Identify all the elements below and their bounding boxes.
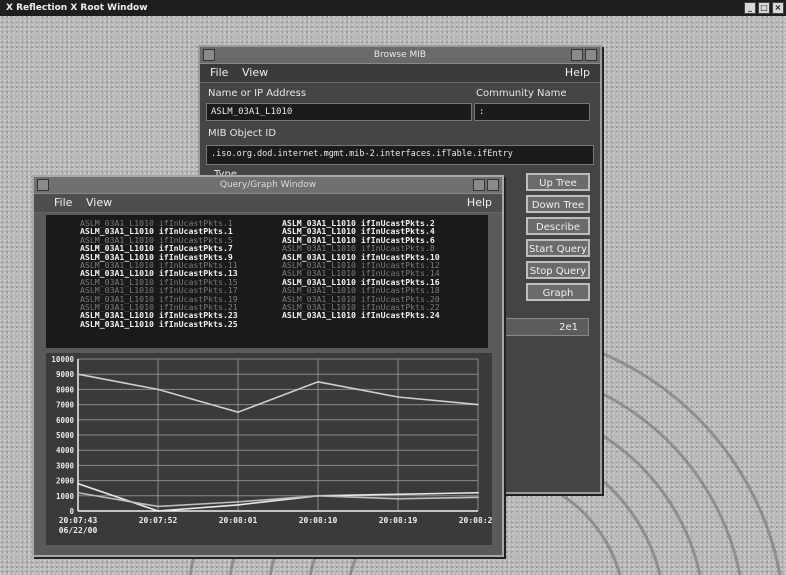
series-point [317,380,319,383]
maximize-button[interactable]: □ [758,2,770,14]
x-date-label: 06/22/00 [59,526,98,535]
community-label: Community Name [476,88,567,99]
series-point [477,491,479,494]
close-button[interactable]: × [772,2,784,14]
minimize-icon[interactable] [571,49,583,61]
x-tick-label: 20:07:43 [59,516,98,525]
menu-help[interactable]: Help [467,194,492,212]
query-graph-window: Query/Graph Window File View Help ASLM_0… [32,175,504,557]
x-tick-label: 20:08:19 [379,516,418,525]
maximize-icon[interactable] [487,179,499,191]
y-tick-label: 2000 [56,477,75,486]
browse-mib-titlebar[interactable]: Browse MIB [200,47,600,64]
describe-button[interactable]: Describe [526,217,590,235]
root-window-titlebar: X Reflection X Root Window _ □ × [0,0,786,16]
series-point [157,505,159,508]
series-point [397,497,399,500]
menu-file[interactable]: File [54,194,72,212]
series-line-2 [77,482,479,512]
y-tick-label: 9000 [56,370,75,379]
series-point [77,482,79,485]
series-point [237,504,239,506]
window-menu-icon[interactable] [203,49,215,61]
series-point [157,510,159,512]
y-tick-label: 10000 [51,355,74,364]
query-results-list[interactable]: ASLM_03A1_L1010 ifInUcastPkts.1 ASLM_03A1… [46,215,488,348]
minimize-button[interactable]: _ [744,2,756,14]
graph-button[interactable]: Graph [526,283,590,301]
x-tick-label: 20:07:52 [139,516,178,525]
down-tree-button[interactable]: Down Tree [526,195,590,213]
series-point [77,373,79,376]
window-menu-icon[interactable] [37,179,49,191]
series-point [237,500,239,503]
series-point [477,403,479,406]
y-tick-label: 1000 [56,492,75,501]
y-tick-label: 8000 [56,385,75,394]
y-tick-label: 7000 [56,401,75,410]
name-label: Name or IP Address [208,88,307,99]
results-column-right: ASLM_03A1_L1010 ifInUcastPkts.2 ASLM_03A1… [282,219,440,320]
results-column-left: ASLM_03A1_L1010 ifInUcastPkts.1 ASLM_03A1… [80,219,238,328]
series-point [397,493,399,496]
y-tick-label: 6000 [56,416,75,425]
list-item[interactable]: ASLM_03A1_L1010 ifInUcastPkts.24 [282,311,440,320]
menu-view[interactable]: View [86,194,112,212]
query-graph-title: Query/Graph Window [219,180,317,190]
list-item[interactable]: ASLM_03A1_L1010 ifInUcastPkts.25 [80,319,238,328]
browse-mib-menubar: File View Help [200,64,600,83]
series-point [317,494,319,497]
series-line-1 [77,373,479,414]
query-graph: 0 1000 2000 3000 4000 5000 6000 7000 8000 9000 100… [46,353,497,545]
line-chart: 0 1000 2000 3000 4000 5000 6000 7000 8000 9000 100… [51,355,497,535]
x-logo-icon: X [6,3,13,13]
y-tick-label: 5000 [56,431,75,440]
series-point [237,411,239,414]
status-field: 2e1 [505,318,589,336]
start-query-button[interactable]: Start Query [526,239,590,257]
x-tick-label: 20:08:28 [459,516,492,525]
menu-help[interactable]: Help [565,64,590,82]
oid-label: MIB Object ID [208,128,277,139]
root-window-title: X Reflection X Root Window [6,3,148,13]
oid-input[interactable]: .iso.org.dod.internet.mgmt.mib-2.interfa… [206,145,594,165]
browse-mib-title: Browse MIB [373,50,427,60]
menu-file[interactable]: File [210,64,228,82]
stop-query-button[interactable]: Stop Query [526,261,590,279]
series-point [157,388,159,391]
maximize-icon[interactable] [585,49,597,61]
community-input[interactable]: : [474,103,590,121]
up-tree-button[interactable]: Up Tree [526,173,590,191]
y-tick-label: 3000 [56,461,75,470]
menu-view[interactable]: View [242,64,268,82]
minimize-icon[interactable] [473,179,485,191]
series-point [397,396,399,398]
name-input[interactable]: ASLM_03A1_L1010 [206,103,472,121]
x-tick-label: 20:08:01 [219,516,258,525]
query-graph-titlebar[interactable]: Query/Graph Window [34,177,502,194]
series-point [77,491,79,494]
y-tick-label: 0 [69,507,74,516]
query-graph-menubar: File View Help [34,194,502,213]
series-point [477,496,479,499]
x-tick-label: 20:08:10 [299,516,338,525]
y-tick-label: 4000 [56,446,75,455]
